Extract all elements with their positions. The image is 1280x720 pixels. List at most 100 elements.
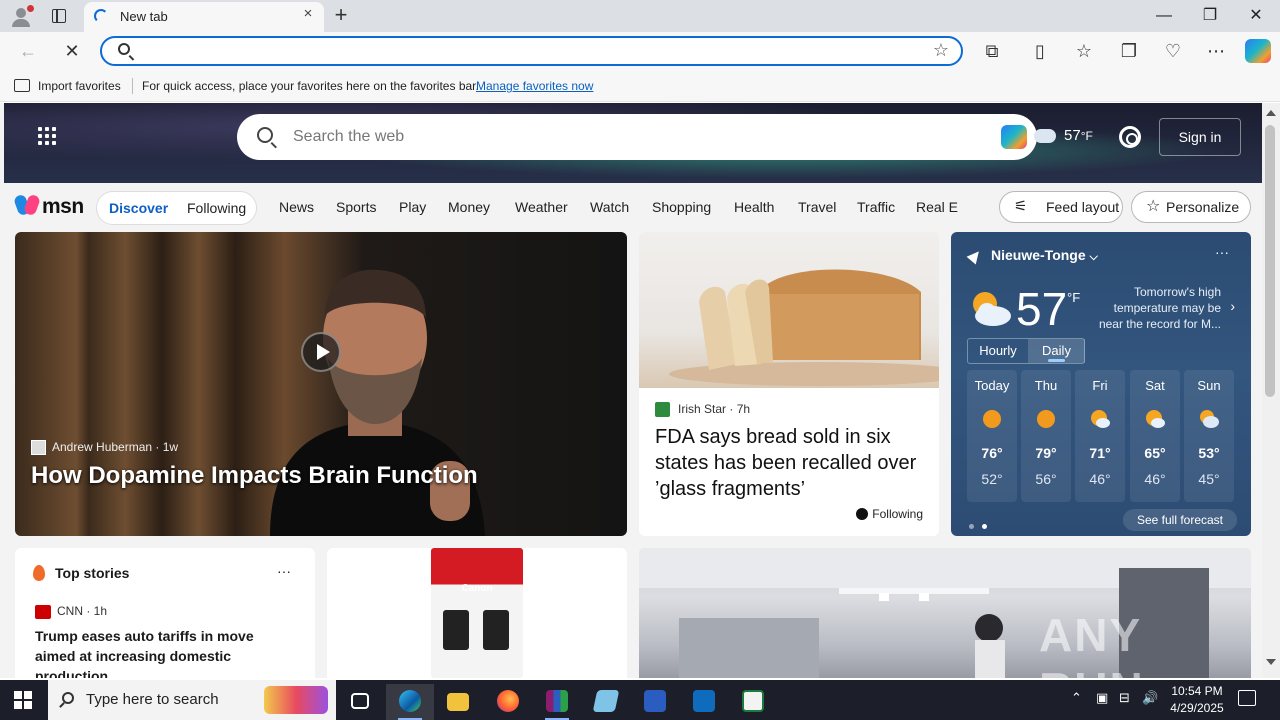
play-button[interactable] bbox=[301, 332, 341, 372]
profile-icon[interactable] bbox=[8, 4, 34, 28]
split-screen-icon[interactable]: ▯ bbox=[1028, 40, 1052, 62]
notification-center-icon[interactable] bbox=[1238, 690, 1256, 706]
back-button[interactable]: ← bbox=[16, 40, 40, 62]
nav-weather[interactable]: Weather bbox=[515, 199, 568, 215]
web-search-box[interactable] bbox=[237, 114, 1037, 160]
task-view-icon[interactable] bbox=[336, 684, 384, 720]
nav-news[interactable]: News bbox=[279, 199, 314, 215]
minimize-button[interactable]: — bbox=[1141, 4, 1187, 28]
tab-hourly[interactable]: Hourly bbox=[968, 339, 1028, 363]
browser-essentials-icon[interactable]: ♡ bbox=[1161, 40, 1185, 62]
forecast-day[interactable]: Sat 65° 46° bbox=[1130, 370, 1180, 502]
device-icon[interactable]: ▣ bbox=[1096, 690, 1108, 706]
video-card[interactable]: Andrew Huberman · 1w How Dopamine Impact… bbox=[15, 232, 627, 536]
news-title[interactable]: FDA says bread sold in six states has be… bbox=[655, 424, 931, 502]
notepad-icon[interactable] bbox=[582, 684, 630, 720]
copilot-search-icon[interactable] bbox=[1001, 125, 1027, 149]
word-icon[interactable] bbox=[631, 684, 679, 720]
tab-daily[interactable]: Daily bbox=[1028, 339, 1085, 363]
tab-discover[interactable]: Discover bbox=[109, 200, 168, 216]
forecast-day[interactable]: Today 76° 52° bbox=[967, 370, 1017, 502]
scroll-thumb[interactable] bbox=[1265, 125, 1275, 397]
image-card[interactable]: ANY RUN bbox=[639, 548, 1251, 678]
canon-product-image: Canon bbox=[431, 548, 523, 678]
story-title[interactable]: Trump eases auto tariffs in move aimed a… bbox=[35, 626, 295, 678]
file-explorer-icon[interactable] bbox=[434, 684, 482, 720]
taskbar-search-input[interactable] bbox=[86, 691, 256, 708]
clock[interactable]: 10:54 PM 4/29/2025 bbox=[1162, 683, 1232, 717]
manage-favorites-link[interactable]: Manage favorites now bbox=[476, 79, 593, 93]
edge-taskbar-icon[interactable] bbox=[386, 684, 434, 720]
address-bar[interactable]: ☆ bbox=[100, 36, 963, 66]
weather-location[interactable]: Nieuwe-Tonge ⌵ bbox=[991, 247, 1098, 264]
news-card[interactable]: Irish Star · 7h FDA says bread sold in s… bbox=[639, 232, 939, 536]
video-source: Andrew Huberman · 1w bbox=[31, 440, 178, 456]
sun-cloud-icon bbox=[1200, 410, 1219, 428]
collections-icon[interactable]: ❐ bbox=[1117, 40, 1141, 62]
restore-button[interactable]: ❐ bbox=[1187, 4, 1233, 28]
weather-card[interactable]: Nieuwe-Tonge ⌵ ··· 57 °F Tomorrow's high… bbox=[951, 232, 1251, 536]
day-name: Sat bbox=[1145, 378, 1165, 393]
scroll-down-icon[interactable] bbox=[1266, 659, 1276, 665]
copilot-icon[interactable] bbox=[1245, 39, 1271, 63]
tab-actions-icon[interactable] bbox=[50, 8, 70, 24]
volume-icon[interactable]: 🔊 bbox=[1142, 690, 1158, 706]
header-weather[interactable]: 57°F bbox=[1034, 127, 1093, 144]
nav-travel[interactable]: Travel bbox=[798, 199, 836, 215]
carousel-dots[interactable] bbox=[969, 517, 995, 532]
following-badge[interactable]: Following bbox=[856, 507, 923, 521]
top-stories-card: Top stories ··· CNN · 1h Trump eases aut… bbox=[15, 548, 315, 678]
favorite-star-icon[interactable]: ☆ bbox=[933, 40, 949, 61]
msn-nav: msn Discover Following News Sports Play … bbox=[0, 183, 1262, 231]
nav-play[interactable]: Play bbox=[399, 199, 426, 215]
import-favorites-icon[interactable] bbox=[14, 79, 30, 92]
nav-shopping[interactable]: Shopping bbox=[652, 199, 711, 215]
chevron-right-icon[interactable]: › bbox=[1230, 298, 1235, 314]
nav-health[interactable]: Health bbox=[734, 199, 774, 215]
extensions-icon[interactable]: ⧉ bbox=[980, 40, 1004, 62]
show-hidden-icons[interactable]: ⌃ bbox=[1071, 690, 1082, 706]
sign-in-button[interactable]: Sign in bbox=[1159, 118, 1241, 156]
personalize-button[interactable]: ☆ Personalize bbox=[1131, 191, 1251, 223]
weather-note[interactable]: Tomorrow's high temperature may be near … bbox=[1093, 284, 1221, 332]
winrar-icon[interactable] bbox=[533, 684, 581, 720]
close-window-button[interactable]: ✕ bbox=[1233, 4, 1279, 28]
settings-menu-icon[interactable]: ⋯ bbox=[1204, 40, 1228, 62]
nav-watch[interactable]: Watch bbox=[590, 199, 629, 215]
more-options-icon[interactable]: ··· bbox=[1215, 244, 1229, 260]
see-full-forecast-button[interactable]: See full forecast bbox=[1122, 509, 1237, 531]
close-tab-button[interactable]: × bbox=[300, 6, 316, 22]
gear-icon[interactable] bbox=[1119, 126, 1141, 148]
ad-card[interactable]: Canon bbox=[327, 548, 627, 678]
taskbar-search[interactable] bbox=[48, 680, 336, 720]
nav-traffic[interactable]: Traffic bbox=[857, 199, 895, 215]
new-tab-button[interactable]: + bbox=[330, 3, 352, 27]
news-source-name: Irish Star bbox=[678, 402, 727, 416]
day-high: 71° bbox=[1089, 445, 1111, 461]
app-launcher-icon[interactable] bbox=[38, 127, 58, 147]
outlook-icon[interactable] bbox=[680, 684, 728, 720]
more-options-icon[interactable]: ··· bbox=[277, 563, 291, 579]
tab-following[interactable]: Following bbox=[187, 200, 246, 216]
forecast-day[interactable]: Sun 53° 45° bbox=[1184, 370, 1234, 502]
tab-title: New tab bbox=[120, 9, 168, 24]
stop-loading-button[interactable]: ✕ bbox=[60, 40, 84, 62]
favorites-icon[interactable]: ☆ bbox=[1072, 40, 1096, 62]
nav-real-estate[interactable]: Real E bbox=[916, 199, 958, 215]
network-icon[interactable]: ⊟ bbox=[1119, 690, 1130, 706]
excel-chart-icon[interactable] bbox=[729, 684, 777, 720]
windows-start-icon[interactable] bbox=[14, 691, 32, 709]
nav-money[interactable]: Money bbox=[448, 199, 490, 215]
firefox-icon[interactable] bbox=[484, 684, 532, 720]
tab-new-tab[interactable]: New tab × bbox=[84, 2, 324, 32]
nav-sports[interactable]: Sports bbox=[336, 199, 376, 215]
video-title[interactable]: How Dopamine Impacts Brain Function bbox=[31, 462, 478, 490]
location-arrow-icon bbox=[966, 247, 984, 265]
forecast-day[interactable]: Thu 79° 56° bbox=[1021, 370, 1071, 502]
import-favorites-button[interactable]: Import favorites bbox=[38, 79, 121, 93]
forecast-day[interactable]: Fri 71° 46° bbox=[1075, 370, 1125, 502]
feed-layout-button[interactable]: ⚟ Feed layout bbox=[999, 191, 1123, 223]
scroll-up-icon[interactable] bbox=[1266, 110, 1276, 116]
page-scrollbar[interactable] bbox=[1262, 103, 1280, 678]
web-search-input[interactable] bbox=[293, 126, 933, 148]
